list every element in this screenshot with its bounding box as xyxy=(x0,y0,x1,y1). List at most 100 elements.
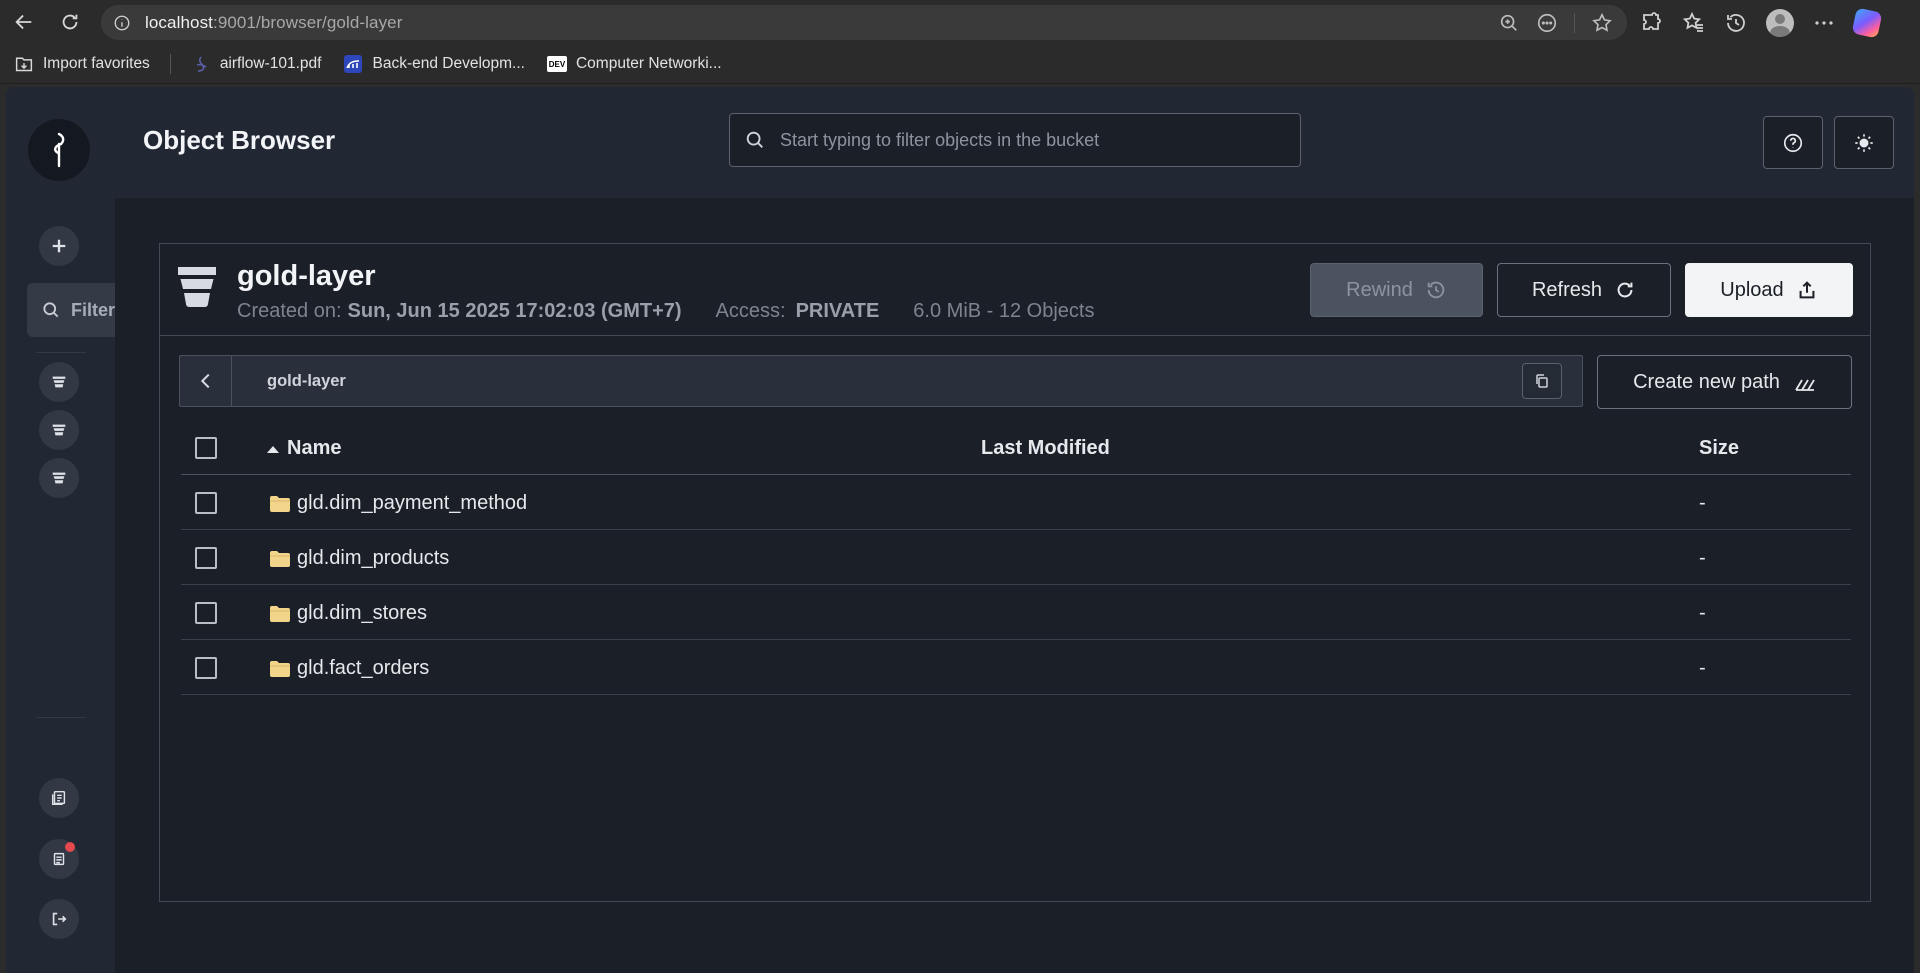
url-text[interactable]: localhost:9001/browser/gold-layer xyxy=(145,13,403,33)
browser-toolbar: localhost:9001/browser/gold-layer xyxy=(0,0,1920,45)
row-checkbox[interactable] xyxy=(195,602,217,624)
created-label: Created on: xyxy=(237,300,342,322)
breadcrumb-path[interactable]: gold-layer xyxy=(267,372,346,391)
sidebar-divider xyxy=(36,352,86,353)
table-row[interactable]: gld.dim_stores - xyxy=(181,585,1851,640)
upload-button[interactable]: Upload xyxy=(1685,263,1853,317)
object-name[interactable]: gld.dim_stores xyxy=(297,602,427,625)
app-root: localhost:9001/browser/gold-layer Import… xyxy=(0,0,1920,973)
object-size: - xyxy=(1699,657,1706,679)
rewind-icon xyxy=(1427,281,1445,299)
folder-icon xyxy=(269,605,291,623)
notification-dot xyxy=(65,842,75,852)
sidebar-divider-bottom xyxy=(36,717,86,718)
object-filter-search[interactable] xyxy=(729,113,1301,167)
bucket-icon xyxy=(52,424,66,436)
copy-icon xyxy=(1536,374,1548,388)
filter-buckets-input[interactable]: Filter xyxy=(27,283,115,337)
select-all-checkbox[interactable] xyxy=(195,437,217,459)
sidebar-bucket-3[interactable] xyxy=(39,458,79,498)
roadmap-icon xyxy=(343,55,363,73)
minio-logo[interactable] xyxy=(28,119,90,181)
bucket-icon xyxy=(178,267,216,307)
copy-path-button[interactable] xyxy=(1522,363,1562,399)
logout-icon xyxy=(52,912,67,926)
theme-toggle-button[interactable] xyxy=(1834,116,1894,169)
size-column-header[interactable]: Size xyxy=(1699,437,1739,460)
page-title: Object Browser xyxy=(143,125,336,155)
bucket-meta: Created on: Sun, Jun 15 2025 17:02:03 (G… xyxy=(237,300,1094,323)
upload-icon xyxy=(1799,281,1815,299)
search-icon xyxy=(43,302,59,318)
breadcrumb: gold-layer xyxy=(179,355,1583,407)
folder-icon xyxy=(269,495,291,513)
extensions-icon[interactable] xyxy=(1640,11,1664,35)
bucket-usage: 6.0 MiB - 12 Objects xyxy=(913,300,1095,322)
notes-icon xyxy=(53,852,65,866)
profile-icon[interactable] xyxy=(1766,8,1794,37)
folder-icon xyxy=(269,550,291,568)
bookmark-import-favorites[interactable]: Import favorites xyxy=(14,55,150,73)
create-new-path-button[interactable]: Create new path xyxy=(1597,355,1852,409)
object-name[interactable]: gld.dim_payment_method xyxy=(297,492,527,515)
create-bucket-button[interactable] xyxy=(39,226,79,266)
object-filter-input[interactable] xyxy=(780,129,1280,151)
documentation-button[interactable] xyxy=(39,778,79,818)
import-icon xyxy=(14,55,34,73)
history-icon[interactable] xyxy=(1724,11,1748,35)
name-column-header[interactable]: Name xyxy=(267,437,341,460)
bookmarks-bar: Import favorites airflow-101.pdf Back-en… xyxy=(0,45,1920,84)
license-notifications-button[interactable] xyxy=(39,839,79,879)
folder-icon xyxy=(269,660,291,678)
address-bar[interactable]: localhost:9001/browser/gold-layer xyxy=(101,5,1627,40)
copilot-icon[interactable] xyxy=(1851,7,1883,38)
logout-button[interactable] xyxy=(39,899,79,939)
refresh-icon xyxy=(1617,282,1633,298)
bookmark-airflow-pdf[interactable]: airflow-101.pdf xyxy=(191,55,321,73)
table-row[interactable]: gld.fact_orders - xyxy=(181,640,1851,695)
bucket-icon xyxy=(52,376,66,388)
more-options-circle-icon[interactable] xyxy=(1536,12,1558,34)
site-info-icon[interactable] xyxy=(113,14,131,32)
sort-ascending-icon xyxy=(267,445,279,453)
zoom-icon[interactable] xyxy=(1498,12,1520,34)
bookmark-backend[interactable]: Back-end Developm... xyxy=(343,55,525,73)
sidebar-bucket-1[interactable] xyxy=(39,362,79,402)
settings-more-icon[interactable] xyxy=(1812,11,1836,35)
table-row[interactable]: gld.dim_payment_method - xyxy=(181,475,1851,530)
table-row[interactable]: gld.dim_products - xyxy=(181,530,1851,585)
row-checkbox[interactable] xyxy=(195,492,217,514)
refresh-button[interactable]: Refresh xyxy=(1497,263,1671,317)
favorite-star-icon[interactable] xyxy=(1591,12,1613,34)
last-modified-column-header[interactable]: Last Modified xyxy=(981,437,1110,460)
rewind-button[interactable]: Rewind xyxy=(1310,263,1483,317)
bucket-panel: gold-layer Created on: Sun, Jun 15 2025 … xyxy=(159,243,1871,902)
sun-icon xyxy=(1855,133,1873,152)
search-icon xyxy=(746,131,763,148)
access-value: PRIVATE xyxy=(795,300,880,322)
object-size: - xyxy=(1699,602,1706,624)
browser-actions xyxy=(1640,0,1883,45)
bucket-icon xyxy=(52,472,66,484)
chevron-left-icon xyxy=(200,373,209,389)
bookmark-networking[interactable]: DEV Computer Networki... xyxy=(546,55,722,73)
page-header: Object Browser xyxy=(115,87,1914,198)
object-name[interactable]: gld.dim_products xyxy=(297,547,449,570)
back-icon[interactable] xyxy=(2,0,46,44)
row-checkbox[interactable] xyxy=(195,547,217,569)
object-size: - xyxy=(1699,492,1706,514)
object-name[interactable]: gld.fact_orders xyxy=(297,657,429,680)
row-checkbox[interactable] xyxy=(195,657,217,679)
new-path-icon xyxy=(1795,379,1815,391)
help-icon xyxy=(1783,133,1803,152)
sidebar: Filter xyxy=(6,87,115,973)
favorites-icon[interactable] xyxy=(1682,11,1706,35)
help-button[interactable] xyxy=(1763,116,1823,169)
back-button[interactable] xyxy=(180,356,232,406)
bucket-header: gold-layer Created on: Sun, Jun 15 2025 … xyxy=(160,244,1870,336)
reload-icon[interactable] xyxy=(48,0,92,44)
sidebar-bucket-2[interactable] xyxy=(39,410,79,450)
bookmark-separator xyxy=(169,54,171,74)
bucket-name: gold-layer xyxy=(237,260,376,292)
pdf-icon xyxy=(191,55,211,73)
